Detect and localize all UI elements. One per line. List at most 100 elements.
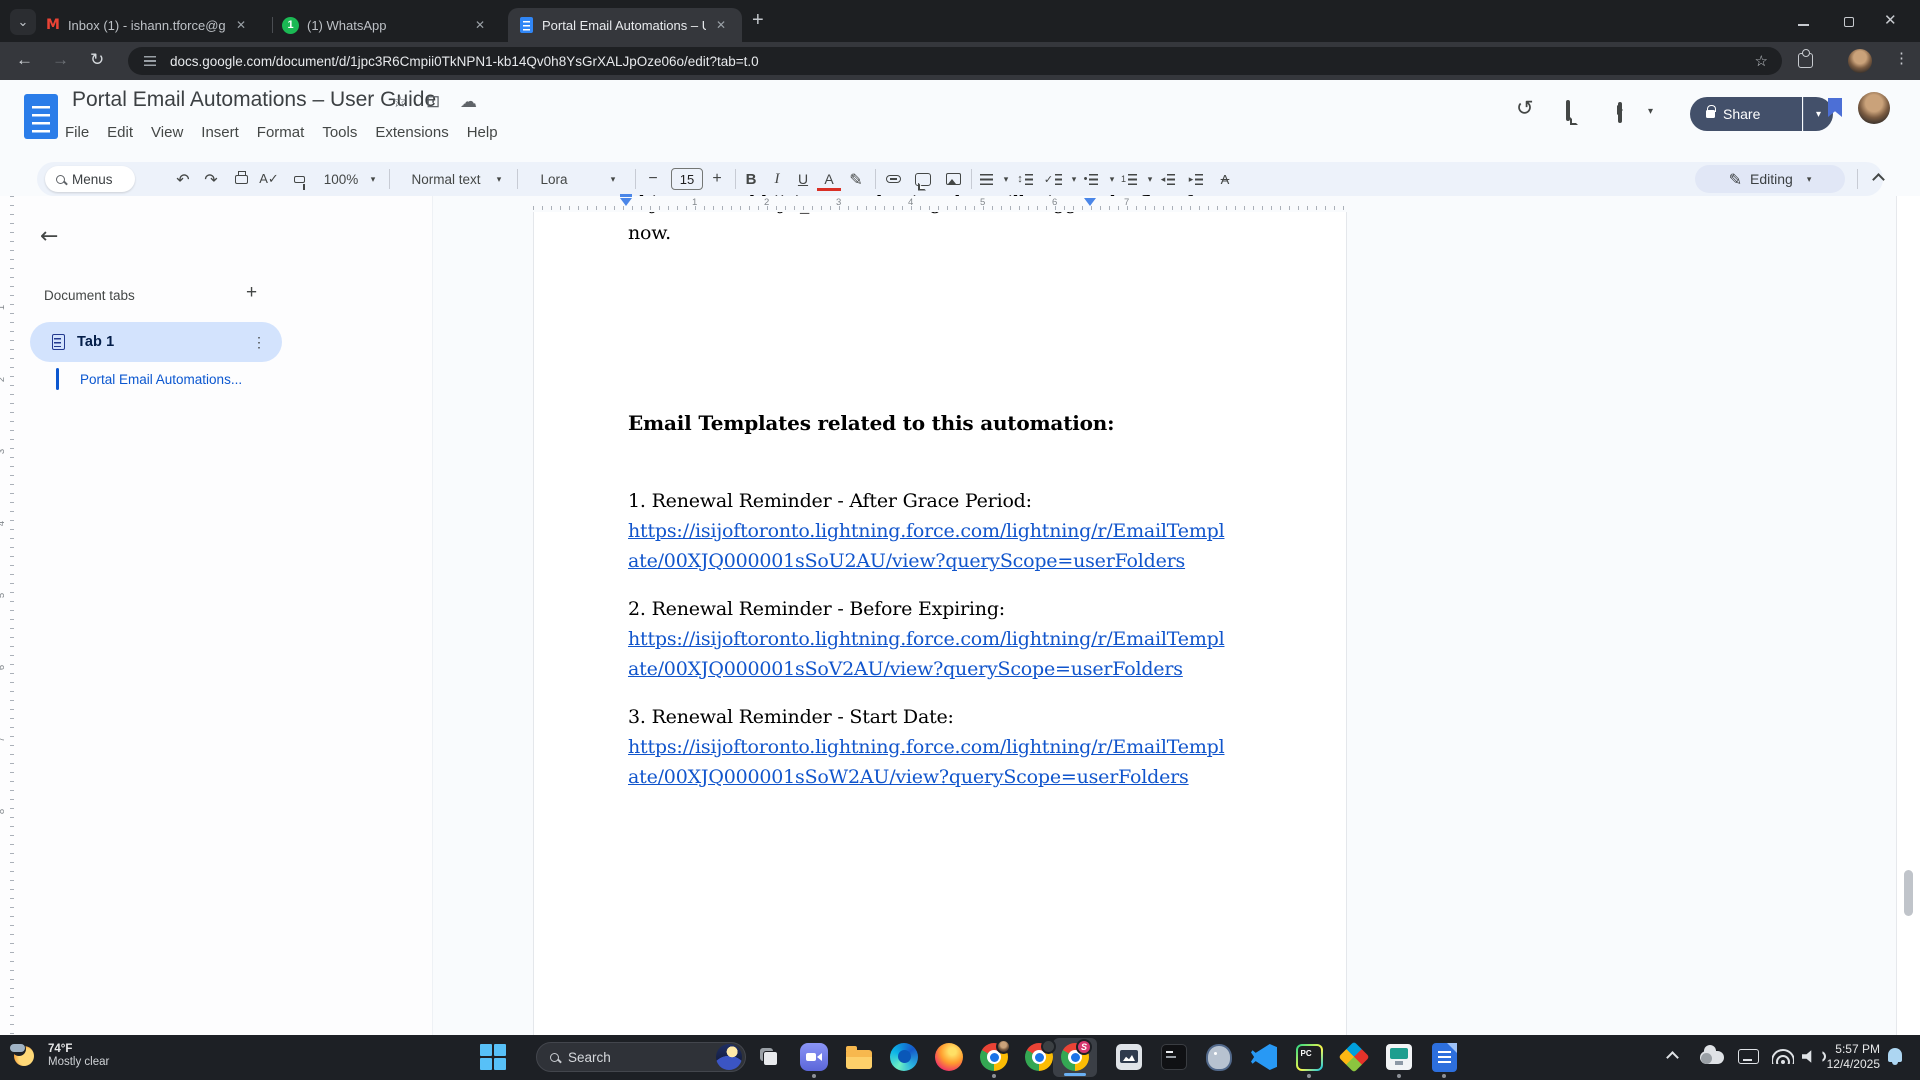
font-dropdown-icon[interactable]: ▾ [607,162,619,196]
close-icon[interactable]: ✕ [236,18,246,32]
document-page[interactable]: object named hijri_test, selecting that … [533,196,1347,1035]
pycharm-icon[interactable]: PC [1294,1042,1324,1072]
touch-keyboard-icon[interactable] [1738,1049,1759,1064]
move-folder-icon[interactable]: ⊡ [426,92,440,112]
item-label[interactable]: 2. Renewal Reminder - Before Expiring: [628,594,1224,624]
document-tab-item-selected[interactable]: Tab 1 ⋮ [30,322,282,362]
scrollbar-thumb[interactable] [1904,870,1913,916]
onedrive-icon[interactable] [1700,1051,1724,1064]
tasks-bookmark-icon[interactable] [1828,98,1842,117]
url-input[interactable]: docs.google.com/document/d/1jpc3R6Cmpii0… [128,47,1782,75]
file-explorer-icon[interactable] [844,1042,874,1072]
paint-format-icon[interactable] [286,162,312,196]
scrollbar-track[interactable]: ‹ [1896,196,1920,1035]
section-heading[interactable]: Email Templates related to this automati… [628,408,1224,438]
comments-icon[interactable] [1566,100,1570,121]
menu-format[interactable]: Format [248,120,314,145]
menu-extensions[interactable]: Extensions [366,120,457,145]
extensions-icon[interactable] [1798,53,1813,68]
tab-search-button[interactable]: ⌄ [10,9,36,35]
zoom-dropdown-icon[interactable]: ▾ [367,162,379,196]
version-history-icon[interactable]: ↺ [1516,96,1534,120]
taskbar-search-box[interactable]: Search [536,1042,746,1072]
account-avatar[interactable] [1858,92,1890,124]
document-title[interactable]: Portal Email Automations – User Guide [72,88,436,112]
document-text[interactable]: object named hijri_test, selecting that … [628,196,1224,792]
bookmark-star-icon[interactable]: ☆ [1755,52,1768,70]
forward-icon[interactable]: → [52,50,69,70]
left-indent-marker[interactable] [620,198,632,212]
video-call-dropdown-icon[interactable]: ▾ [1648,106,1653,117]
hide-menus-icon[interactable] [1865,162,1891,196]
color-diamond-app-icon[interactable] [1339,1042,1369,1072]
maximize-button[interactable] [1844,17,1854,27]
chrome-profile2-icon[interactable] [1024,1042,1054,1072]
terminal-icon[interactable] [1159,1042,1189,1072]
browser-menu-icon[interactable]: ⋮ [1894,49,1909,67]
edge-icon[interactable] [889,1042,919,1072]
email-template-link[interactable]: https://isijoftoronto.lightning.force.co… [628,624,1224,654]
email-template-link[interactable]: https://isijoftoronto.lightning.force.co… [628,516,1224,546]
menus-search-button[interactable]: Menus [45,166,135,192]
menu-tools[interactable]: Tools [313,120,366,145]
reload-icon[interactable]: ↻ [90,50,104,70]
teams-chat-icon[interactable] [799,1042,829,1072]
list-item-2[interactable]: 2. Renewal Reminder - Before Expiring: h… [628,594,1224,684]
right-indent-marker[interactable] [1084,198,1096,212]
tray-expand-icon[interactable] [1666,1051,1679,1064]
add-tab-icon[interactable]: + [246,282,257,304]
taskpro-app-icon[interactable] [1384,1042,1414,1072]
share-button[interactable]: Share [1690,97,1802,131]
vscode-icon[interactable] [1249,1042,1279,1072]
google-docs-logo[interactable] [24,94,58,139]
close-icon[interactable]: ✕ [716,18,726,32]
chrome-profile1-icon[interactable] [979,1042,1009,1072]
paragraph-style-select[interactable]: Normal text [403,162,489,196]
list-item-1[interactable]: 1. Renewal Reminder - After Grace Period… [628,486,1224,576]
paragraph[interactable]: now. [628,218,1224,248]
style-dropdown-icon[interactable]: ▾ [493,162,505,196]
email-template-link[interactable]: https://isijoftoronto.lightning.force.co… [628,732,1224,762]
wifi-icon[interactable] [1772,1048,1794,1064]
list-item-3[interactable]: 3. Renewal Reminder - Start Date: https:… [628,702,1224,792]
item-label[interactable]: 1. Renewal Reminder - After Grace Period… [628,486,1224,516]
browser-profile-avatar[interactable] [1848,49,1872,73]
email-template-link[interactable]: ate/00XJQ000001sSoU2AU/view?queryScope=u… [628,546,1224,576]
window-close-button[interactable]: ✕ [1884,11,1897,29]
weather-widget[interactable]: 74°F Mostly clear [8,1040,109,1072]
word-document-app-icon[interactable] [1429,1042,1459,1072]
menu-edit[interactable]: Edit [98,120,142,145]
video-call-icon[interactable] [1618,102,1622,123]
print-icon[interactable] [228,162,254,196]
item-label[interactable]: 3. Renewal Reminder - Start Date: [628,702,1224,732]
back-icon[interactable]: ← [16,50,33,70]
task-view-button[interactable] [754,1042,784,1072]
outline-heading-item[interactable]: Portal Email Automations... [80,372,242,387]
font-select[interactable]: Lora [531,162,577,196]
back-arrow-icon[interactable]: ← [40,224,58,249]
browser-tab-whatsapp[interactable]: 1 (1) WhatsApp ✕ [280,8,502,42]
menu-help[interactable]: Help [458,120,507,145]
star-icon[interactable]: ☆ [392,92,407,112]
menu-view[interactable]: View [142,120,192,145]
zoom-select[interactable]: 100% [319,162,363,196]
undo-icon[interactable]: ↶ [170,162,196,196]
email-template-link[interactable]: ate/00XJQ000001sSoV2AU/view?queryScope=u… [628,654,1224,684]
taskbar-clock[interactable]: 5:57 PM 12/4/2025 [1808,1042,1880,1072]
browser-tab-gmail[interactable]: M Inbox (1) - ishann.tforce@gmai ✕ [44,8,266,42]
font-size-input[interactable]: 15 [671,168,703,190]
site-settings-icon[interactable] [144,56,156,66]
editing-mode-button[interactable]: ✎ Editing ▾ [1695,165,1845,193]
redo-icon[interactable]: ↷ [198,162,224,196]
spell-check-icon[interactable]: A✓ [256,162,282,196]
close-icon[interactable]: ✕ [475,18,485,32]
firefox-icon[interactable] [934,1042,964,1072]
search-highlight-image[interactable] [716,1044,742,1070]
email-template-link[interactable]: ate/00XJQ000001sSoW2AU/view?queryScope=u… [628,762,1224,792]
new-tab-button[interactable]: + [752,10,764,30]
system-monitor-icon[interactable] [1114,1042,1144,1072]
browser-tab-docs-active[interactable]: Portal Email Automations – Use ✕ [508,8,742,42]
start-button[interactable] [480,1044,506,1070]
chrome-profile3-icon-active[interactable]: S [1060,1042,1090,1072]
menu-insert[interactable]: Insert [192,120,248,145]
